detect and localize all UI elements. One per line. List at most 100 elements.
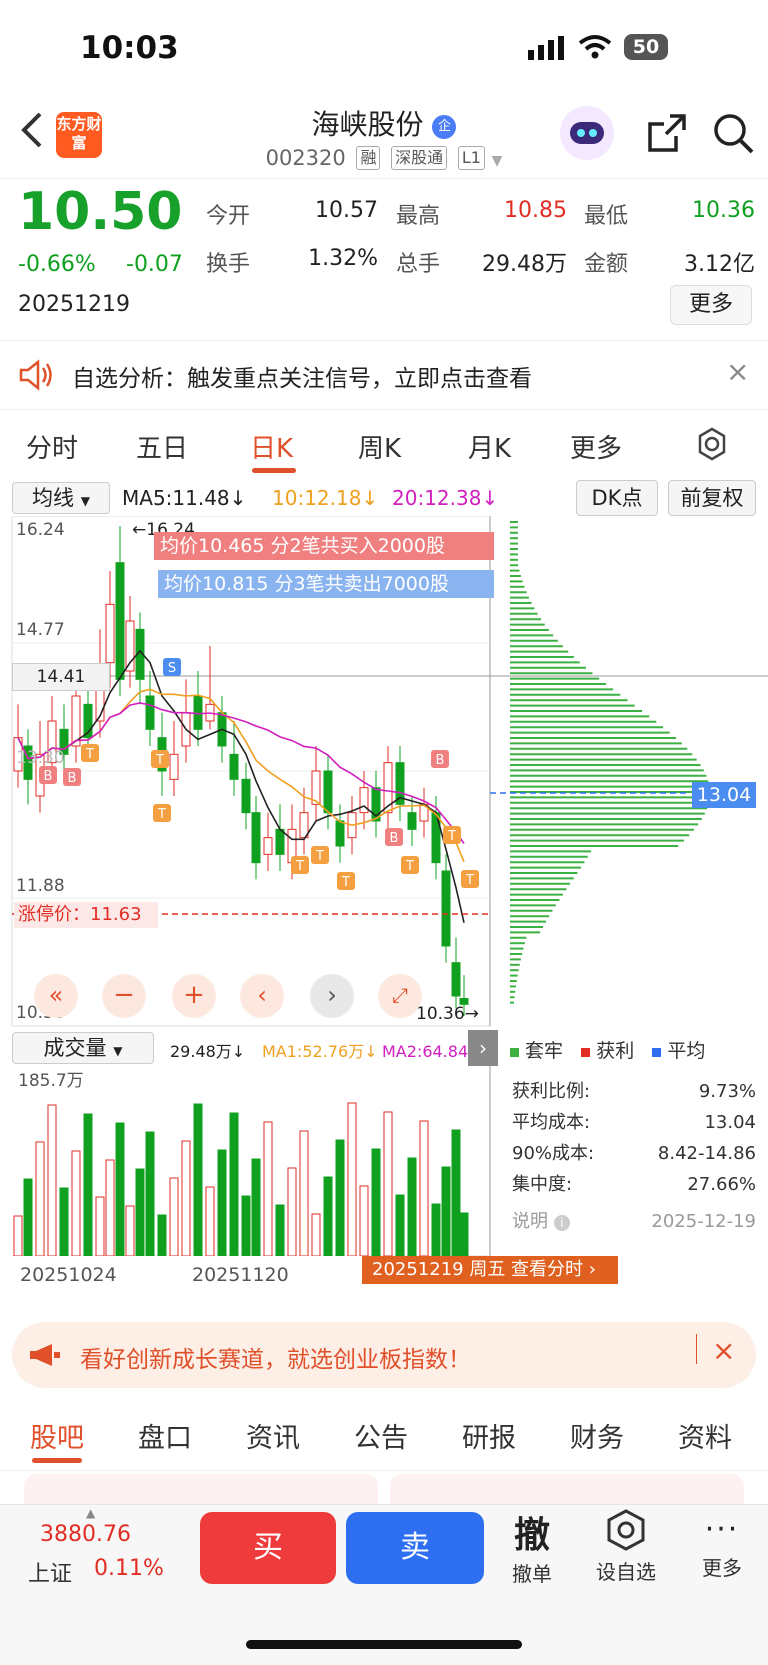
more-stats-button[interactable]: 更多 xyxy=(670,285,752,325)
tab-more[interactable]: 更多 xyxy=(570,428,622,465)
tab-week-k[interactable]: 周K xyxy=(358,428,401,465)
trade-marker-label: B xyxy=(390,831,399,846)
stat-label: 今开 xyxy=(206,204,251,229)
tab-finance[interactable]: 财务 xyxy=(570,1416,624,1455)
scroll-right-icon[interactable]: › xyxy=(310,974,354,1018)
buy-button[interactable]: 买 xyxy=(200,1512,336,1584)
settings-icon[interactable] xyxy=(694,426,730,462)
tab-guba[interactable]: 股吧 xyxy=(30,1416,84,1455)
trade-marker-label: B xyxy=(44,769,53,784)
indicator-select[interactable]: 均线 ▼ xyxy=(12,482,110,514)
tab-pankou[interactable]: 盘口 xyxy=(138,1416,192,1455)
stat-label: 金额 xyxy=(584,252,629,277)
more-dots-icon: ··· xyxy=(704,1512,740,1547)
more-menu-button[interactable]: ··· 更多 xyxy=(690,1508,754,1581)
volume-bar xyxy=(419,1120,429,1256)
info-tabs: 股吧 盘口 资讯 公告 研报 财务 资料 xyxy=(0,1400,768,1471)
volume-bar xyxy=(59,1187,69,1256)
banner-close-icon[interactable]: × xyxy=(712,1334,735,1367)
tag-margin: 融 xyxy=(356,146,381,170)
candle xyxy=(241,778,251,814)
assistant-avatar-icon[interactable] xyxy=(560,106,614,160)
trade-marker-label: T xyxy=(447,829,456,844)
notice-bar[interactable]: 自选分析：触发重点关注信号，立即点击查看 × xyxy=(0,340,768,410)
tag-level: L1 xyxy=(457,146,485,170)
tab-news[interactable]: 资讯 xyxy=(246,1416,300,1455)
volume-bar xyxy=(229,1112,239,1256)
volume-select[interactable]: 成交量 ▼ xyxy=(12,1032,154,1064)
share-icon[interactable] xyxy=(646,112,688,154)
volume-bar xyxy=(275,1204,285,1256)
search-icon[interactable] xyxy=(712,112,756,156)
stock-code: 002320 xyxy=(265,146,346,170)
watchlist-icon xyxy=(607,1509,645,1551)
tab-month-k[interactable]: 月K xyxy=(468,428,511,465)
candle xyxy=(407,812,417,830)
ma5-label: MA5:11.48↓ xyxy=(122,486,247,510)
scroll-start-icon[interactable]: « xyxy=(34,974,78,1018)
volume-bar xyxy=(323,1176,333,1256)
volume-bar xyxy=(335,1139,345,1256)
low-marker-value: 10.36 xyxy=(416,1004,465,1024)
add-watchlist-button[interactable]: 设自选 xyxy=(588,1508,664,1585)
tab-five-day[interactable]: 五日 xyxy=(136,428,188,465)
volume-bar xyxy=(311,1213,321,1256)
volume-value: 29.48万↓ xyxy=(170,1042,246,1061)
scroll-left-icon[interactable]: ‹ xyxy=(240,974,284,1018)
volume-bar xyxy=(299,1130,309,1256)
zoom-in-icon[interactable]: + xyxy=(172,974,216,1018)
dk-point-button[interactable]: DK点 xyxy=(576,480,658,516)
chip-note[interactable]: 说明 i xyxy=(512,1206,570,1237)
dropdown-icon[interactable]: ▼ xyxy=(492,153,503,169)
more-label: 更多 xyxy=(702,1556,742,1580)
tab-minute[interactable]: 分时 xyxy=(26,428,78,465)
period-tabs: 分时 五日 日K 周K 月K 更多 xyxy=(0,410,768,480)
chip-stat-value: 13.04 xyxy=(704,1112,756,1133)
promo-banner[interactable]: 看好创新成长赛道，就选创业板指数！ × xyxy=(12,1322,756,1388)
signal-icon xyxy=(528,36,564,60)
candle xyxy=(441,870,451,947)
crosshair-price: 14.41 xyxy=(12,663,110,691)
chip-stat-value: 9.73% xyxy=(698,1081,756,1102)
volume-bar xyxy=(359,1185,369,1256)
chip-stat-label: 平均成本: xyxy=(512,1112,591,1133)
cancel-order-button[interactable]: 撤 撤单 xyxy=(500,1506,564,1587)
volume-bar xyxy=(135,1168,145,1256)
chip-stat-row: 集中度: 27.66% xyxy=(512,1169,756,1200)
wifi-icon xyxy=(578,35,612,59)
trade-marker-label: B xyxy=(436,753,445,768)
tab-research[interactable]: 研报 xyxy=(462,1416,516,1455)
legend-locked: 套牢 xyxy=(525,1040,564,1062)
volume-bar xyxy=(347,1102,357,1256)
notice-text: 自选分析：触发重点关注信号，立即点击查看 xyxy=(72,366,532,392)
fullscreen-icon[interactable]: ⤢ xyxy=(378,974,422,1018)
battery-icon: 50 xyxy=(624,34,668,60)
volume-select-label: 成交量 xyxy=(43,1036,107,1060)
stat-label: 最低 xyxy=(584,204,629,229)
avg-cost-marker: 13.04 xyxy=(692,782,756,808)
tab-day-k[interactable]: 日K xyxy=(250,428,293,465)
adjust-button[interactable]: 前复权 xyxy=(668,480,756,516)
stat-label: 最高 xyxy=(396,204,441,229)
view-intraday-label: 20251219 周五 查看分时 xyxy=(372,1259,584,1280)
y-label: 11.88 xyxy=(16,876,65,896)
trade-marker-label: B xyxy=(68,771,77,786)
volume-bar xyxy=(241,1195,251,1256)
close-icon[interactable]: × xyxy=(726,355,749,388)
index-value: 3880.76 xyxy=(40,1522,131,1547)
sell-button[interactable]: 卖 xyxy=(346,1512,484,1584)
ma10-label: 10:12.18↓ xyxy=(272,486,379,510)
expand-icon[interactable]: › xyxy=(468,1030,498,1066)
view-intraday-button[interactable]: 20251219 周五 查看分时 › xyxy=(362,1256,618,1284)
zoom-out-icon[interactable]: − xyxy=(102,974,146,1018)
chip-stat-label: 集中度: xyxy=(512,1174,573,1195)
stat-value: 29.48万 xyxy=(482,252,567,277)
tab-profile[interactable]: 资料 xyxy=(678,1416,732,1455)
volume-chart[interactable] xyxy=(0,1066,500,1256)
watchlist-label: 设自选 xyxy=(596,1560,656,1584)
candle xyxy=(451,962,461,997)
collapse-icon[interactable]: ▲ xyxy=(86,1506,95,1520)
legend-average: 平均 xyxy=(667,1040,706,1062)
volume-bar xyxy=(395,1194,405,1256)
tab-announcements[interactable]: 公告 xyxy=(354,1416,408,1455)
